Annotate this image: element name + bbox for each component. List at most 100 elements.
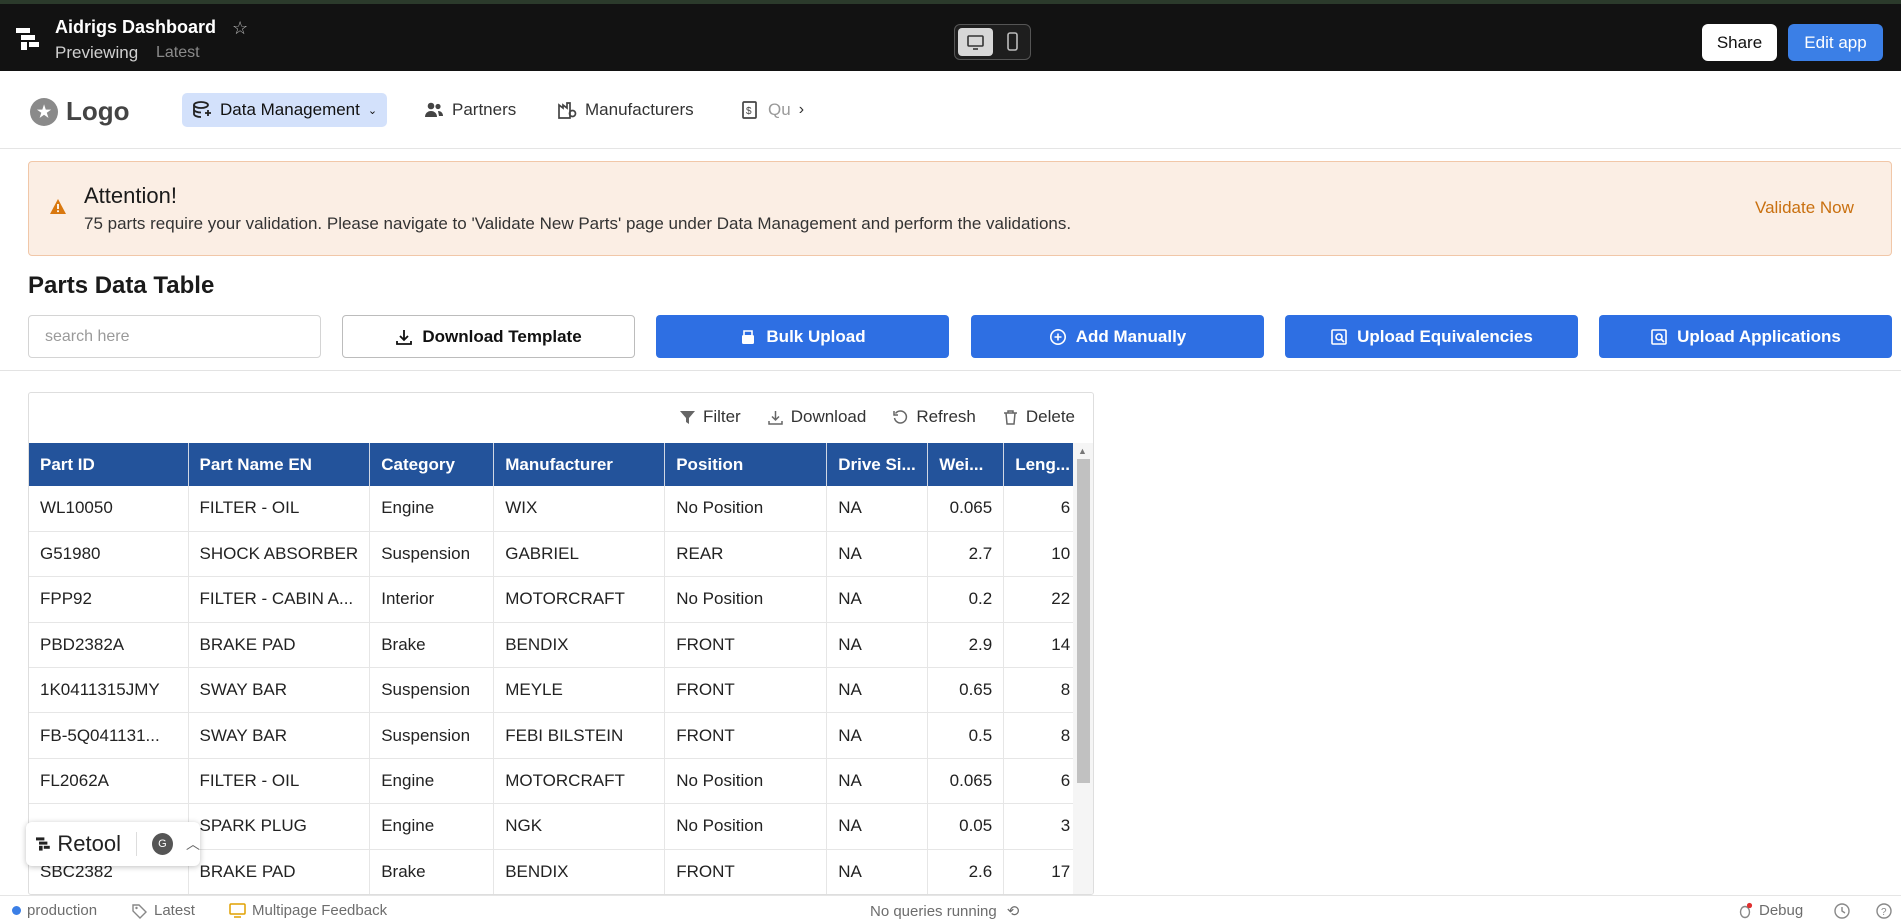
table-cell[interactable]: 8 <box>1003 712 1083 759</box>
scrollbar-thumb[interactable] <box>1077 459 1090 783</box>
table-cell[interactable]: FILTER - OIL <box>188 758 371 805</box>
table-scrollbar[interactable]: ▲ <box>1073 443 1093 894</box>
table-cell[interactable]: NA <box>826 576 929 623</box>
table-cell[interactable]: FILTER - OIL <box>188 486 371 532</box>
table-cell[interactable]: BRAKE PAD <box>188 849 371 894</box>
table-cell[interactable]: NA <box>826 758 929 805</box>
table-cell[interactable]: Interior <box>369 576 495 623</box>
table-cell[interactable]: No Position <box>664 758 828 805</box>
table-cell[interactable]: Brake <box>369 622 495 669</box>
table-cell[interactable]: 2.6 <box>927 849 1005 894</box>
table-row[interactable]: WL10050 FILTER - OIL Engine WIX No Position N… <box>29 486 1083 532</box>
table-row[interactable]: FB-5Q041131... SWAY BAR Suspension FEBI BIL… <box>29 712 1083 759</box>
table-cell[interactable]: 0.5 <box>927 712 1005 759</box>
table-cell[interactable]: Suspension <box>369 712 495 759</box>
retool-widget[interactable]: Retool G ︿ <box>26 822 200 866</box>
table-cell[interactable]: 0.065 <box>927 486 1005 532</box>
table-cell[interactable]: Engine <box>369 486 495 532</box>
column-header[interactable]: Position <box>664 443 828 486</box>
table-cell[interactable]: FILTER - CABIN A... <box>188 576 371 623</box>
table-cell[interactable]: 17 <box>1003 849 1083 894</box>
table-cell[interactable]: Engine <box>369 758 495 805</box>
table-cell[interactable]: Brake <box>369 849 495 894</box>
star-icon[interactable]: ☆ <box>232 18 248 39</box>
table-cell[interactable]: SWAY BAR <box>188 712 371 759</box>
table-cell[interactable]: NA <box>826 849 929 894</box>
table-cell[interactable]: 3 <box>1003 803 1083 850</box>
table-cell[interactable]: FEBI BILSTEIN <box>493 712 666 759</box>
retool-logo-icon[interactable] <box>16 26 40 52</box>
table-cell[interactable]: BENDIX <box>493 849 666 894</box>
table-cell[interactable]: 14 <box>1003 622 1083 669</box>
share-button[interactable]: Share <box>1702 24 1777 61</box>
table-cell[interactable]: 0.2 <box>927 576 1005 623</box>
table-row[interactable]: PBD2382A BRAKE PAD Brake BENDIX FRONT NA 2.9 14 <box>29 622 1083 669</box>
refresh-button[interactable]: Refresh <box>892 407 976 427</box>
table-cell[interactable]: No Position <box>664 576 828 623</box>
table-cell[interactable]: NA <box>826 486 929 532</box>
search-input[interactable] <box>28 315 321 358</box>
column-header[interactable]: Part Name EN <box>188 443 371 486</box>
table-cell[interactable]: 6 <box>1003 486 1083 532</box>
avatar[interactable]: G <box>151 833 173 855</box>
chevron-up-icon[interactable]: ︿ <box>186 834 200 854</box>
nav-item-data-management[interactable]: Data Management ⌄ <box>182 93 388 127</box>
table-cell[interactable]: GABRIEL <box>493 531 666 578</box>
nav-item-manufacturers[interactable]: Manufacturers <box>547 93 704 127</box>
table-cell[interactable]: SHOCK ABSORBER <box>188 531 371 578</box>
debug-button[interactable]: Debug <box>1737 902 1803 919</box>
column-header[interactable]: Part ID <box>29 443 189 486</box>
table-cell[interactable]: Suspension <box>369 667 495 714</box>
table-cell[interactable]: NGK <box>493 803 666 850</box>
table-cell[interactable]: NA <box>826 622 929 669</box>
table-cell[interactable]: FRONT <box>664 712 828 759</box>
table-cell[interactable]: PBD2382A <box>29 622 189 669</box>
table-cell[interactable]: 6 <box>1003 758 1083 805</box>
table-cell[interactable]: No Position <box>664 486 828 532</box>
table-cell[interactable]: Engine <box>369 803 495 850</box>
add-manually-button[interactable]: Add Manually <box>971 315 1264 358</box>
table-cell[interactable]: NA <box>826 803 929 850</box>
environment-indicator[interactable]: production <box>12 902 97 919</box>
column-header[interactable]: Manufacturer <box>493 443 666 486</box>
nav-item-quotes[interactable]: $ Qu › <box>730 93 814 127</box>
table-cell[interactable]: G51980 <box>29 531 189 578</box>
table-cell[interactable]: FL2062A <box>29 758 189 805</box>
table-cell[interactable]: 0.05 <box>927 803 1005 850</box>
table-cell[interactable]: FPP92 <box>29 576 189 623</box>
table-cell[interactable]: FRONT <box>664 849 828 894</box>
table-cell[interactable]: 0.65 <box>927 667 1005 714</box>
table-cell[interactable]: 2.9 <box>927 622 1005 669</box>
table-cell[interactable]: MOTORCRAFT <box>493 758 666 805</box>
delete-button[interactable]: Delete <box>1002 407 1075 427</box>
version-label[interactable]: Latest <box>156 44 200 62</box>
table-cell[interactable]: NA <box>826 531 929 578</box>
nav-item-partners[interactable]: Partners <box>414 93 526 127</box>
column-header[interactable]: Category <box>369 443 495 486</box>
table-cell[interactable]: BRAKE PAD <box>188 622 371 669</box>
table-cell[interactable]: No Position <box>664 803 828 850</box>
upload-equivalencies-button[interactable]: Upload Equivalencies <box>1285 315 1578 358</box>
table-cell[interactable]: 8 <box>1003 667 1083 714</box>
table-cell[interactable]: MEYLE <box>493 667 666 714</box>
table-cell[interactable]: WIX <box>493 486 666 532</box>
help-icon[interactable]: ? <box>1875 902 1893 920</box>
table-cell[interactable]: 0.065 <box>927 758 1005 805</box>
column-header[interactable]: Wei... <box>927 443 1005 486</box>
upload-applications-button[interactable]: Upload Applications <box>1599 315 1892 358</box>
validate-now-link[interactable]: Validate Now <box>1755 198 1854 218</box>
history-icon[interactable] <box>1833 902 1851 920</box>
column-header[interactable]: Leng... <box>1003 443 1083 486</box>
desktop-view-icon[interactable] <box>958 28 993 56</box>
table-cell[interactable]: 10 <box>1003 531 1083 578</box>
feedback-link[interactable]: Multipage Feedback <box>229 902 387 919</box>
table-cell[interactable]: Suspension <box>369 531 495 578</box>
logo[interactable]: ★ Logo <box>30 96 130 127</box>
column-header[interactable]: Drive Si... <box>826 443 929 486</box>
mobile-view-icon[interactable] <box>996 28 1029 56</box>
table-row[interactable]: FPP92 FILTER - CABIN A... Interior MOTORCRA… <box>29 576 1083 623</box>
table-cell[interactable]: WL10050 <box>29 486 189 532</box>
table-cell[interactable]: FB-5Q041131... <box>29 712 189 759</box>
table-cell[interactable]: 1K0411315JMY <box>29 667 189 714</box>
table-row[interactable]: G51980 SHOCK ABSORBER Suspension GABRIEL REA… <box>29 531 1083 578</box>
